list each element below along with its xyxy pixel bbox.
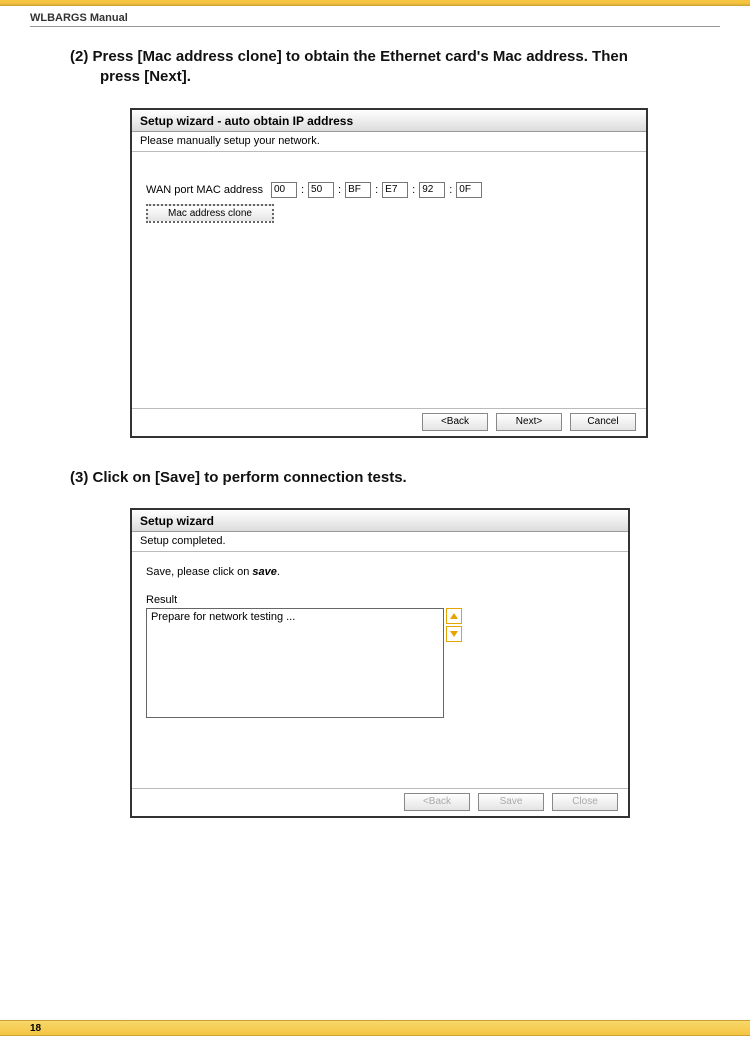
mac-octet-5[interactable] — [419, 182, 445, 198]
save-suffix: . — [277, 566, 280, 578]
triangle-up-icon — [450, 613, 458, 619]
cancel-button[interactable]: Cancel — [570, 413, 636, 431]
mac-octet-2[interactable] — [308, 182, 334, 198]
mac-octet-6[interactable] — [456, 182, 482, 198]
colon: : — [412, 184, 415, 196]
triangle-down-icon — [450, 631, 458, 637]
shot2-title: Setup wizard — [132, 510, 628, 532]
mac-address-clone-button[interactable]: Mac address clone — [146, 204, 274, 223]
shot2-body: Save, please click on save. Result Prepa… — [132, 552, 628, 788]
mac-label: WAN port MAC address — [146, 184, 263, 196]
colon: : — [338, 184, 341, 196]
step-2-text: (2) Press [Mac address clone] to obtain … — [70, 47, 690, 88]
page-number: 18 — [30, 1023, 41, 1034]
result-scroll-buttons — [446, 608, 462, 644]
scroll-down-button[interactable] — [446, 626, 462, 642]
shot1-desc: Please manually setup your network. — [132, 132, 646, 152]
step-3-text: (3) Click on [Save] to perform connectio… — [70, 468, 690, 488]
screenshot-mac-clone: Setup wizard - auto obtain IP address Pl… — [130, 108, 648, 438]
screenshot-setup-completed: Setup wizard Setup completed. Save, plea… — [130, 508, 630, 818]
scroll-up-button[interactable] — [446, 608, 462, 624]
save-button[interactable]: Save — [478, 793, 544, 811]
mac-octet-4[interactable] — [382, 182, 408, 198]
result-textarea[interactable]: Prepare for network testing ... — [146, 608, 444, 718]
shot2-footer: <Back Save Close — [132, 788, 628, 816]
shot1-footer: <Back Next> Cancel — [132, 408, 646, 436]
shot1-body: WAN port MAC address : : : : : Mac addre… — [132, 152, 646, 408]
step-2-line1: (2) Press [Mac address clone] to obtain … — [70, 48, 628, 65]
next-button[interactable]: Next> — [496, 413, 562, 431]
mac-octet-3[interactable] — [345, 182, 371, 198]
back-button[interactable]: <Back — [422, 413, 488, 431]
save-prefix: Save, please click on — [146, 566, 252, 578]
manual-title: WLBARGS Manual — [0, 6, 750, 24]
shot1-title: Setup wizard - auto obtain IP address — [132, 110, 646, 132]
mac-octet-1[interactable] — [271, 182, 297, 198]
back-button-disabled: <Back — [404, 793, 470, 811]
shot2-desc: Setup completed. — [132, 532, 628, 552]
colon: : — [449, 184, 452, 196]
page-footer: 18 — [0, 1020, 750, 1036]
footer-gold-band: 18 — [0, 1020, 750, 1036]
save-instruction: Save, please click on save. — [146, 566, 614, 578]
result-label: Result — [146, 594, 614, 606]
close-button-disabled: Close — [552, 793, 618, 811]
colon: : — [301, 184, 304, 196]
save-word: save — [252, 566, 276, 578]
step-2-line2: press [Next]. — [70, 67, 690, 87]
colon: : — [375, 184, 378, 196]
mac-address-row: WAN port MAC address : : : : : — [146, 182, 632, 198]
